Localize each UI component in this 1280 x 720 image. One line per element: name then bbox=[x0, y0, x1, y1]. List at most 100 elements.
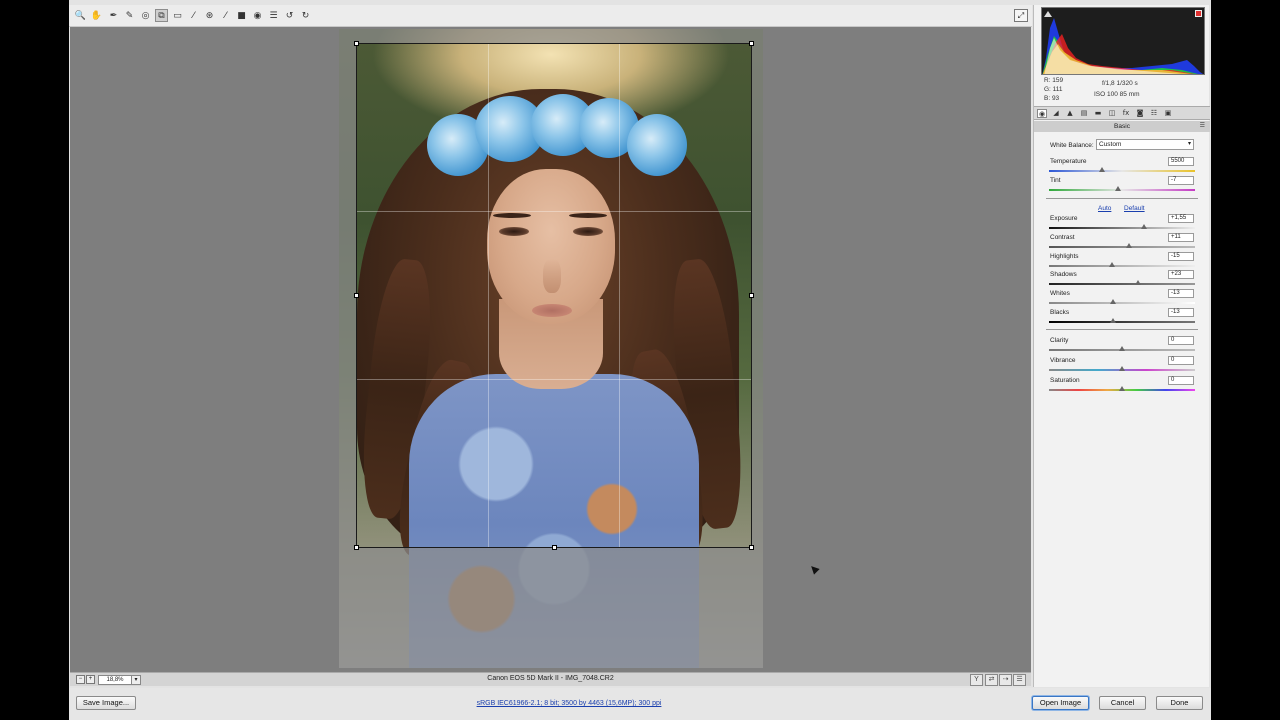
shadows-label: Shadows bbox=[1050, 271, 1077, 278]
vibrance-value-field[interactable]: 0 bbox=[1168, 356, 1194, 365]
red-value: R: 159 bbox=[1044, 77, 1064, 84]
panel-menu-icon[interactable]: ☰ bbox=[1200, 122, 1205, 129]
tab-split-toning[interactable]: ▬ bbox=[1093, 109, 1103, 118]
highlights-slider[interactable] bbox=[1049, 262, 1195, 267]
status-bar: − + 18,8% ▾ Canon EOS 5D Mark II - IMG_7… bbox=[70, 672, 1031, 686]
whites-slider[interactable] bbox=[1049, 299, 1195, 304]
saturation-slider-thumb[interactable] bbox=[1119, 386, 1125, 391]
blacks-slider-thumb[interactable] bbox=[1110, 318, 1117, 323]
crop-handle-bottom-left[interactable] bbox=[354, 545, 359, 550]
exposure-slider[interactable] bbox=[1049, 224, 1195, 229]
blacks-label: Blacks bbox=[1050, 309, 1070, 316]
exposure-slider-thumb[interactable] bbox=[1140, 224, 1147, 229]
hand-tool-icon[interactable]: ✋ bbox=[90, 9, 103, 22]
tint-value-field[interactable]: -7 bbox=[1168, 176, 1194, 185]
clarity-slider[interactable] bbox=[1049, 346, 1195, 351]
crop-handle-middle-right[interactable] bbox=[749, 293, 754, 298]
whites-label: Whites bbox=[1050, 290, 1070, 297]
rotate-left-tool-icon[interactable]: ↺ bbox=[283, 9, 296, 22]
cancel-button[interactable]: Cancel bbox=[1099, 696, 1146, 710]
panel-tabs: ◉ ◢ ▲ ▤ ▬ ◫ fx ◙ ☷ ▣ bbox=[1034, 106, 1210, 120]
white-balance-value: Custom bbox=[1099, 141, 1122, 148]
shadows-value-field[interactable]: +23 bbox=[1168, 270, 1194, 279]
crop-handle-top-left[interactable] bbox=[354, 41, 359, 46]
copy-settings-button[interactable]: ⇢ bbox=[999, 674, 1012, 686]
crop-tool-icon[interactable]: ⧉ bbox=[155, 9, 168, 22]
rotate-right-tool-icon[interactable]: ↻ bbox=[299, 9, 312, 22]
tab-effects[interactable]: fx bbox=[1121, 109, 1131, 118]
crop-rectangle[interactable] bbox=[354, 41, 754, 550]
aperture-shutter: f/1,8 1/320 s bbox=[1102, 80, 1138, 87]
default-link[interactable]: Default bbox=[1124, 205, 1145, 212]
swap-settings-button[interactable]: ⇄ bbox=[985, 674, 998, 686]
white-balance-select[interactable]: Custom ▾ bbox=[1096, 139, 1194, 150]
targeted-adjustment-tool-icon[interactable]: ◎ bbox=[139, 9, 152, 22]
crop-handle-middle-left[interactable] bbox=[354, 293, 359, 298]
highlight-clipping-warning-icon[interactable] bbox=[1195, 10, 1202, 17]
blacks-value-field[interactable]: -13 bbox=[1168, 308, 1194, 317]
mouse-cursor bbox=[808, 563, 820, 575]
contrast-label: Contrast bbox=[1050, 234, 1075, 241]
white-balance-tool-icon[interactable]: ✒ bbox=[107, 9, 120, 22]
temperature-slider-thumb[interactable] bbox=[1098, 167, 1105, 172]
highlights-value-field[interactable]: -15 bbox=[1168, 252, 1194, 261]
iso-focal-length: ISO 100 85 mm bbox=[1094, 91, 1140, 98]
tint-slider[interactable] bbox=[1049, 186, 1195, 191]
tab-camera-calibration[interactable]: ◙ bbox=[1135, 109, 1145, 118]
open-image-button[interactable]: Open Image bbox=[1032, 696, 1089, 710]
contrast-slider-thumb[interactable] bbox=[1126, 243, 1133, 248]
before-after-toggle-button[interactable]: Y bbox=[970, 674, 983, 686]
white-balance-label: White Balance: bbox=[1050, 142, 1094, 149]
highlights-slider-thumb[interactable] bbox=[1108, 262, 1115, 267]
blue-value: B: 93 bbox=[1044, 95, 1060, 102]
vibrance-slider[interactable] bbox=[1049, 366, 1195, 371]
blacks-slider[interactable] bbox=[1049, 318, 1195, 323]
red-eye-tool-icon[interactable]: ⊛ bbox=[203, 9, 216, 22]
crop-handle-bottom-middle[interactable] bbox=[552, 545, 557, 550]
tint-slider-thumb[interactable] bbox=[1114, 186, 1121, 191]
shadows-slider[interactable] bbox=[1049, 280, 1195, 285]
tab-lens-corrections[interactable]: ◫ bbox=[1107, 109, 1117, 118]
camera-raw-window: 🔍 ✋ ✒ ✎ ◎ ⧉ ▭ ⁄ ⊛ ⁄ ■ ◉ ☰ ↺ ↻ ⤢ − + 18,8… bbox=[69, 0, 1211, 720]
tab-hsl[interactable]: ▤ bbox=[1079, 109, 1089, 118]
highlights-label: Highlights bbox=[1050, 253, 1079, 260]
saturation-slider[interactable] bbox=[1049, 386, 1195, 391]
zoom-tool-icon[interactable]: 🔍 bbox=[74, 9, 87, 22]
histogram bbox=[1041, 7, 1205, 75]
spot-removal-tool-icon[interactable]: ⁄ bbox=[187, 9, 200, 22]
preferences-tool-icon[interactable]: ☰ bbox=[267, 9, 280, 22]
crop-handle-bottom-right[interactable] bbox=[749, 545, 754, 550]
workflow-options-link[interactable]: sRGB IEC61966-2.1; 8 bit; 3500 by 4463 (… bbox=[69, 700, 1069, 707]
tab-basic[interactable]: ◉ bbox=[1037, 109, 1047, 118]
clarity-value-field[interactable]: 0 bbox=[1168, 336, 1194, 345]
image-preview-canvas[interactable] bbox=[70, 27, 1031, 672]
tab-tone-curve[interactable]: ◢ bbox=[1051, 109, 1061, 118]
temperature-slider[interactable] bbox=[1049, 167, 1195, 172]
tab-presets[interactable]: ☷ bbox=[1149, 109, 1159, 118]
chevron-down-icon: ▾ bbox=[1187, 141, 1191, 147]
radial-filter-tool-icon[interactable]: ◉ bbox=[251, 9, 264, 22]
clarity-slider-thumb[interactable] bbox=[1119, 346, 1125, 351]
auto-link[interactable]: Auto bbox=[1098, 205, 1111, 212]
contrast-value-field[interactable]: +11 bbox=[1168, 233, 1194, 242]
adjustment-brush-tool-icon[interactable]: ⁄ bbox=[219, 9, 232, 22]
vibrance-label: Vibrance bbox=[1050, 357, 1076, 364]
crop-handle-top-right[interactable] bbox=[749, 41, 754, 46]
tab-snapshots[interactable]: ▣ bbox=[1163, 109, 1173, 118]
color-sampler-tool-icon[interactable]: ✎ bbox=[123, 9, 136, 22]
contrast-slider[interactable] bbox=[1049, 243, 1195, 248]
straighten-tool-icon[interactable]: ▭ bbox=[171, 9, 184, 22]
graduated-filter-tool-icon[interactable]: ■ bbox=[235, 9, 248, 22]
shadow-clipping-warning-icon[interactable] bbox=[1044, 10, 1052, 17]
vibrance-slider-thumb[interactable] bbox=[1119, 366, 1125, 371]
done-button[interactable]: Done bbox=[1156, 696, 1203, 710]
shadows-slider-thumb[interactable] bbox=[1135, 280, 1142, 285]
saturation-value-field[interactable]: 0 bbox=[1168, 376, 1194, 385]
whites-slider-thumb[interactable] bbox=[1110, 299, 1117, 304]
tab-detail[interactable]: ▲ bbox=[1065, 109, 1075, 118]
whites-value-field[interactable]: -13 bbox=[1168, 289, 1194, 298]
temperature-value-field[interactable]: 5500 bbox=[1168, 157, 1194, 166]
preview-preferences-button[interactable]: ☰ bbox=[1013, 674, 1026, 686]
exposure-value-field[interactable]: +1,55 bbox=[1168, 214, 1194, 223]
fullscreen-toggle-button[interactable]: ⤢ bbox=[1014, 9, 1028, 22]
